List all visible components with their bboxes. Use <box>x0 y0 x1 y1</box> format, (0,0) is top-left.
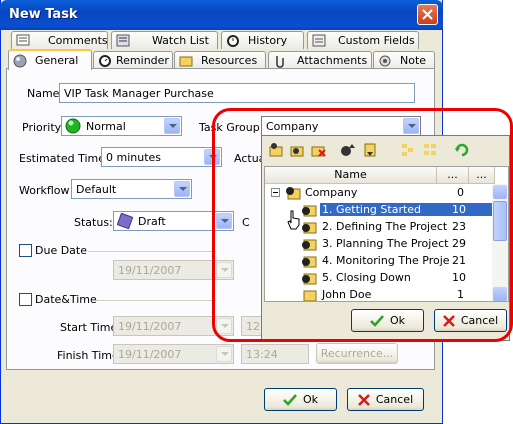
name-field[interactable]: VIP Task Manager Purchase <box>59 83 415 103</box>
workflow-select[interactable]: Default <box>71 179 192 199</box>
due-date-divider <box>88 251 216 252</box>
estimated-time-label: Estimated Time: <box>19 152 109 165</box>
datetime-label: Date&Time <box>35 293 97 306</box>
status-label: Status: <box>74 216 113 229</box>
recurrence-button[interactable]: Recurrence... <box>316 343 398 364</box>
resources-icon <box>179 54 193 67</box>
due-date-value: 19/11/2007 <box>118 264 182 277</box>
priority-label: Priority: <box>22 121 65 134</box>
tab-comments-label: Comments <box>48 34 108 47</box>
datetime-divider <box>96 300 216 301</box>
tab-watch-list-label: Watch List <box>152 34 209 47</box>
hand-cursor-icon <box>287 210 300 230</box>
tab-general-label: General <box>35 54 79 67</box>
workflow-label: Workflow <box>19 184 70 197</box>
tab-custom-fields-label: Custom Fields <box>338 34 415 47</box>
tab-custom-fields[interactable]: Custom Fields <box>307 31 419 49</box>
ok-button[interactable]: Ok <box>264 388 337 411</box>
close-icon <box>422 9 433 20</box>
finish-date-field[interactable]: 19/11/2007 <box>113 344 234 364</box>
finish-date-dropdown-arrow[interactable] <box>216 346 232 362</box>
history-icon <box>226 34 240 47</box>
note-icon <box>378 54 392 67</box>
tab-history[interactable]: History <box>221 31 304 49</box>
checkmark-icon <box>283 393 297 406</box>
datetime-checkbox[interactable] <box>19 293 32 306</box>
priority-normal-icon <box>65 118 81 134</box>
tab-attachments-label: Attachments <box>297 54 368 67</box>
start-date-value: 19/11/2007 <box>118 320 182 333</box>
reminder-icon <box>98 54 112 67</box>
draft-status-icon <box>117 213 133 229</box>
workflow-value: Default <box>76 183 117 196</box>
tab-note-label: Note <box>400 54 427 67</box>
name-label: Name: <box>27 87 64 100</box>
due-date-checkbox[interactable] <box>19 244 32 257</box>
close-button[interactable] <box>417 4 438 25</box>
window-title: New Task <box>9 7 78 22</box>
cancel-button-label: Cancel <box>375 393 414 406</box>
comments-icon <box>16 34 30 47</box>
tab-resources-label: Resources <box>201 54 258 67</box>
general-icon <box>13 54 27 68</box>
tab-general[interactable]: General <box>8 49 92 70</box>
tab-note[interactable]: Note <box>373 51 435 69</box>
due-date-label: Due Date <box>35 244 87 257</box>
tab-history-label: History <box>248 34 288 47</box>
tab-watch-list[interactable]: Watch List <box>111 31 218 49</box>
attachments-icon <box>273 54 287 68</box>
tab-resources[interactable]: Resources <box>174 51 266 69</box>
cancel-button[interactable]: Cancel <box>347 388 424 411</box>
finish-time-field[interactable]: 13:24 <box>241 344 309 364</box>
workflow-dropdown-arrow[interactable] <box>174 181 190 197</box>
tab-reminder-label: Reminder <box>116 54 169 67</box>
ok-button-label: Ok <box>302 393 319 406</box>
priority-value: Normal <box>86 120 126 133</box>
estimated-time-field[interactable]: 0 minutes <box>101 147 222 167</box>
tab-attachments[interactable]: Attachments <box>268 51 372 69</box>
tab-comments[interactable]: Comments <box>11 31 108 49</box>
estimated-time-value: 0 minutes <box>106 151 162 164</box>
tab-reminder[interactable]: Reminder <box>93 51 173 69</box>
finish-date-value: 19/11/2007 <box>118 348 182 361</box>
priority-dropdown-arrow[interactable] <box>164 118 180 134</box>
watch-list-icon <box>116 34 130 47</box>
custom-fields-icon <box>312 34 326 47</box>
start-time-label: Start Time: <box>60 321 121 334</box>
status-value: Draft <box>138 215 166 228</box>
highlight-ring <box>212 108 513 342</box>
cancel-x-icon <box>357 393 370 406</box>
